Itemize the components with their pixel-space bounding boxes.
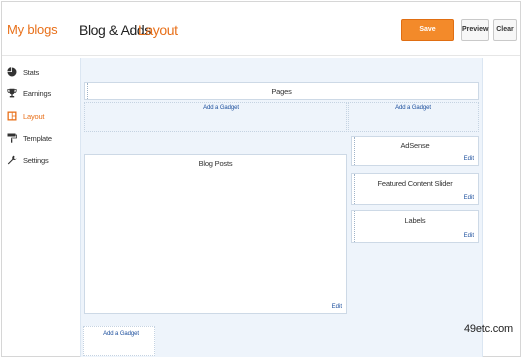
sidebar-item-layout[interactable]: Layout [6, 109, 45, 123]
gadget-pages[interactable]: Pages [84, 82, 479, 100]
gadget-title: Featured Content Slider [377, 179, 453, 188]
trophy-icon [6, 87, 18, 99]
add-gadget-link[interactable]: Add a Gadget [91, 331, 151, 337]
paint-roller-icon [6, 132, 18, 144]
sidebar-nav: Stats Earnings Layout Template Settings [2, 57, 77, 357]
sidebar-item-settings[interactable]: Settings [6, 153, 49, 167]
clear-button[interactable]: Clear [493, 19, 517, 41]
edit-link[interactable]: Edit [464, 233, 474, 239]
pie-chart-icon [6, 66, 18, 78]
watermark-text: 49etc.com [464, 323, 513, 335]
sidebar-item-label: Earnings [23, 88, 52, 98]
edit-link[interactable]: Edit [332, 304, 342, 310]
gadget-title: AdSense [400, 141, 430, 150]
page-title: Layout [138, 22, 178, 38]
gadget-title: Pages [271, 87, 292, 96]
sidebar-item-label: Layout [23, 111, 45, 121]
gadget-adsense[interactable]: AdSense Edit [351, 136, 479, 166]
layout-canvas: Pages Add a Gadget Add a Gadget Blog Pos… [80, 58, 483, 357]
gadget-labels[interactable]: Labels Edit [351, 210, 479, 243]
sidebar-item-label: Stats [23, 67, 40, 77]
add-gadget-link[interactable]: Add a Gadget [373, 105, 453, 111]
gadget-blog-posts[interactable]: Blog Posts Edit [84, 154, 347, 314]
sidebar-item-template[interactable]: Template [6, 131, 52, 145]
sidebar-item-label: Settings [23, 155, 49, 165]
add-gadget-link[interactable]: Add a Gadget [181, 105, 261, 111]
layout-icon [6, 110, 18, 122]
app-header: My blogs Blog & Adds · Layout Save arran… [2, 2, 520, 56]
sidebar-item-earnings[interactable]: Earnings [6, 86, 51, 100]
save-arrangement-button[interactable]: Save arrangement [401, 19, 454, 53]
preview-button[interactable]: Preview [461, 19, 489, 41]
sidebar-item-stats[interactable]: Stats [6, 65, 39, 79]
my-blogs-link[interactable]: My blogs [7, 22, 58, 37]
breadcrumb-separator: · [129, 22, 134, 38]
gadget-featured-content-slider[interactable]: Featured Content Slider Edit [351, 173, 479, 205]
gadget-title: Blog Posts [198, 159, 233, 168]
wrench-icon [6, 154, 18, 166]
edit-link[interactable]: Edit [464, 156, 474, 162]
gadget-title: Labels [404, 216, 426, 225]
sidebar-item-label: Template [23, 133, 52, 143]
edit-link[interactable]: Edit [464, 195, 474, 201]
